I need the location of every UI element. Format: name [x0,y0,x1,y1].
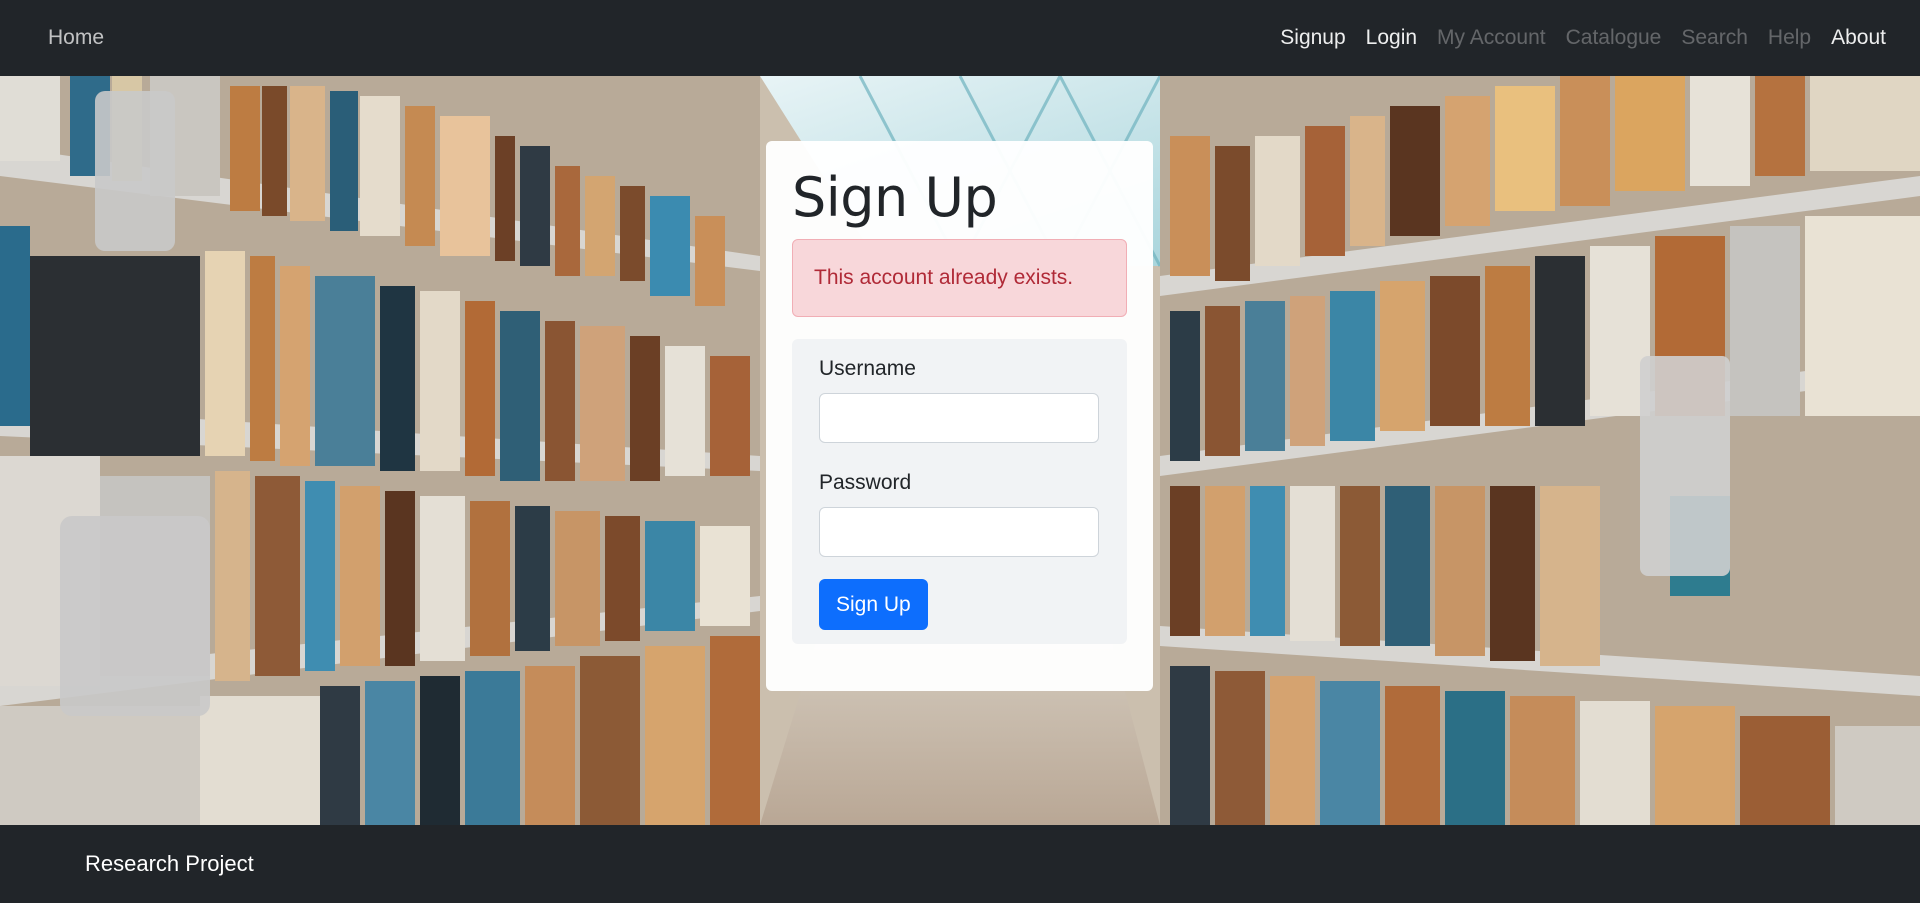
nav-links: Signup Login My Account Catalogue Search… [1270,26,1896,50]
page-title: Sign Up [792,166,998,229]
signup-button[interactable]: Sign Up [819,579,928,630]
password-input[interactable] [819,507,1099,557]
top-navbar: Home Signup Login My Account Catalogue S… [0,0,1920,76]
footer-text: Research Project [85,851,254,876]
nav-signup-link[interactable]: Signup [1270,26,1355,50]
nav-login-link[interactable]: Login [1356,26,1427,50]
error-alert: This account already exists. [792,239,1127,317]
nav-catalogue-link[interactable]: Catalogue [1556,26,1672,50]
signup-card: Sign Up This account already exists. Use… [766,141,1153,691]
footer: Research Project [0,825,1920,903]
signup-form: Username Password Sign Up [792,339,1127,644]
nav-home-link[interactable]: Home [48,26,104,50]
nav-search-link[interactable]: Search [1671,26,1758,50]
nav-my-account-link[interactable]: My Account [1427,26,1556,50]
password-label: Password [819,471,912,494]
username-label: Username [819,357,916,380]
nav-help-link[interactable]: Help [1758,26,1821,50]
username-input[interactable] [819,393,1099,443]
nav-about-link[interactable]: About [1821,26,1896,50]
